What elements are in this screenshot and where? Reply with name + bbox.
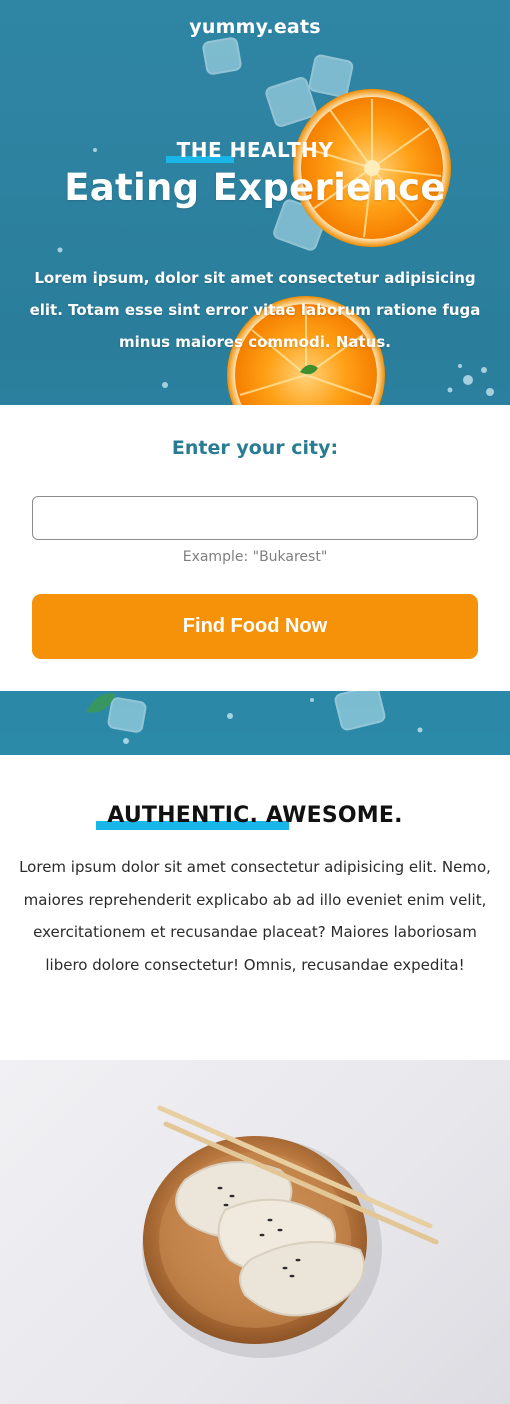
find-food-button[interactable]: Find Food Now — [32, 594, 478, 659]
city-form-title: Enter your city: — [171, 437, 339, 459]
brand-logo[interactable]: yummy.eats — [0, 16, 510, 38]
about-text: Lorem ipsum dolor sit amet consectetur a… — [19, 858, 491, 974]
city-input-hint: Example: "Bukarest" — [182, 549, 328, 565]
hero-eyebrow: THE HEALTHY — [176, 138, 334, 162]
about-title: AUTHENTIC. AWESOME. — [107, 803, 403, 828]
city-input[interactable] — [32, 496, 478, 540]
about-section: AUTHENTIC. AWESOME. Lorem ipsum dolor si… — [0, 755, 510, 1060]
dumplings-image — [142, 1105, 439, 1358]
hero-headline: Eating Experience — [64, 166, 446, 209]
city-search-card: Enter your city: Example: "Bukarest" Fin… — [0, 405, 510, 691]
dumplings-photo — [0, 1060, 510, 1404]
hero-lead-text: Lorem ipsum, dolor sit amet consectetur … — [29, 269, 481, 351]
